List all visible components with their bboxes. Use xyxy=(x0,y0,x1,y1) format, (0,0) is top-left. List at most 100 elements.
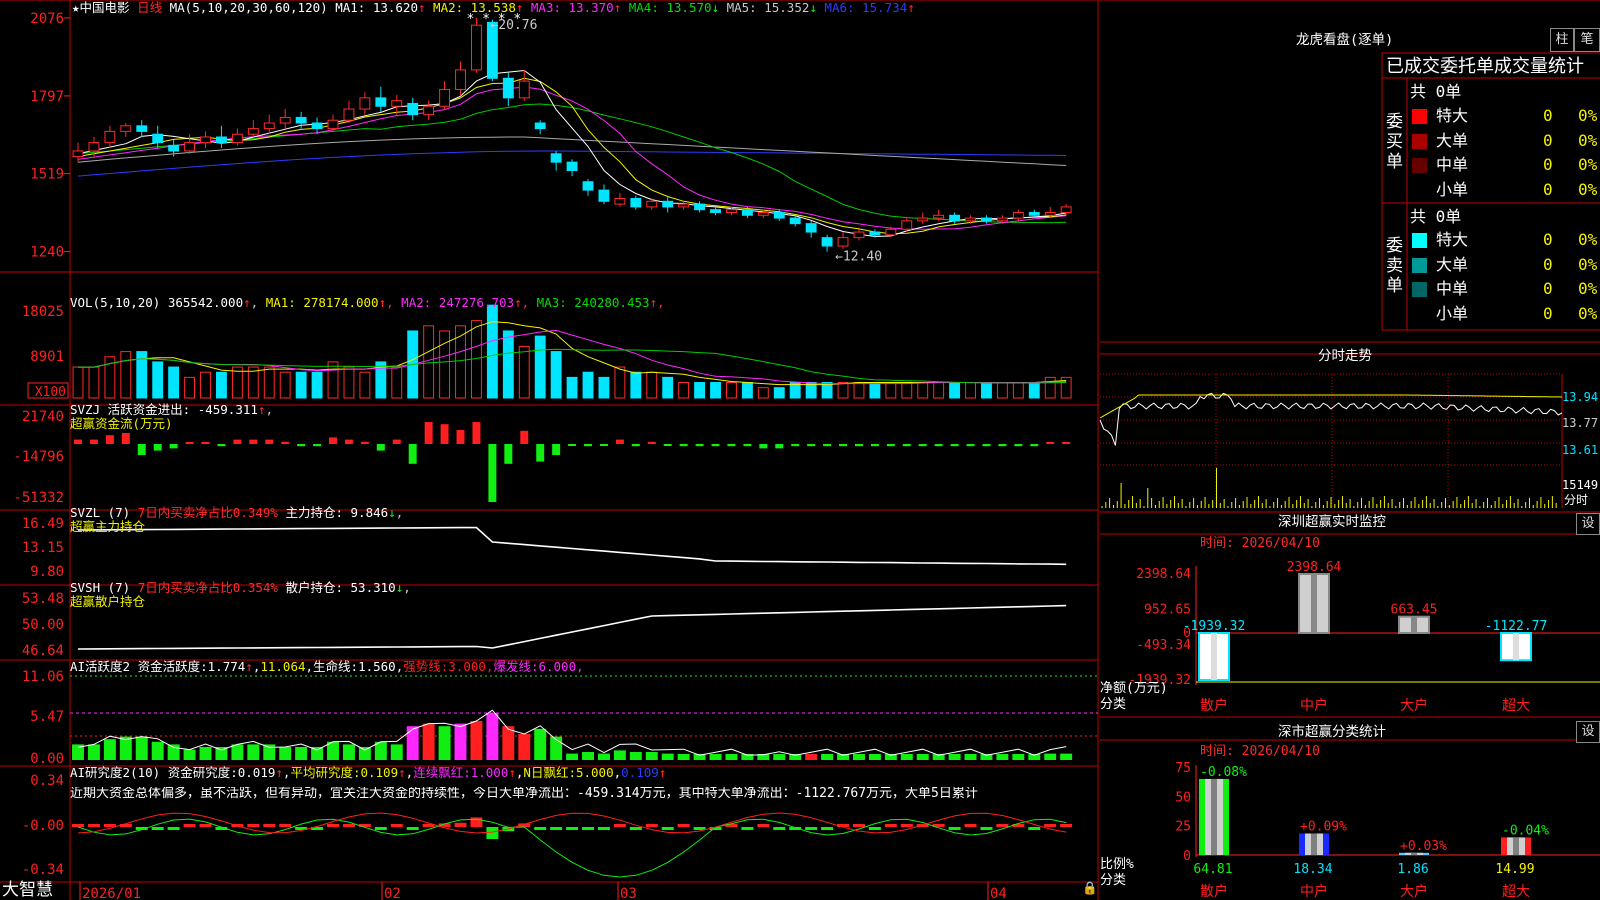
candle-body xyxy=(821,237,833,247)
volume-bar xyxy=(933,382,945,399)
fund-flow-bar xyxy=(121,433,130,444)
sell-row-label: 特大 xyxy=(1436,230,1469,249)
volume-bar xyxy=(678,382,690,399)
research-bar xyxy=(996,824,1009,827)
fund-flow-bar xyxy=(297,444,306,447)
intraday-avg-line xyxy=(1099,394,1563,419)
ma-value-ma5: MA5: 15.352 xyxy=(719,0,810,15)
fund-flow-bar xyxy=(791,444,800,447)
candle-body xyxy=(279,116,291,124)
candle-body xyxy=(678,203,690,208)
activity-bar xyxy=(613,750,626,760)
volume-bar xyxy=(502,330,514,399)
fund-flow-bar xyxy=(392,439,401,444)
monitor-value-label: 2398.64 xyxy=(1287,560,1342,575)
volume-bar xyxy=(901,382,913,399)
ma-values: MA1: 13.620↑ MA2: 13.538↑ MA3: 13.370↑ M… xyxy=(335,0,915,15)
volume-bar xyxy=(88,366,100,399)
fund-flow-bar xyxy=(137,444,146,455)
buy-row-count: 0 xyxy=(1543,179,1553,199)
sz-monitor-settings-button[interactable]: 设 xyxy=(1576,513,1600,535)
candle-body xyxy=(120,125,132,132)
ma-value-ma1: MA1: 13.620 xyxy=(335,0,418,15)
fund-flow-bar xyxy=(679,444,688,447)
volume-bar xyxy=(757,387,769,399)
activity-bar xyxy=(948,754,961,760)
date-tick: 03 xyxy=(620,886,637,900)
retail-holding-line xyxy=(77,604,1067,650)
research-bar xyxy=(661,827,674,830)
activity-bar xyxy=(629,752,642,760)
ai1-item: , xyxy=(305,659,314,674)
volume-bar xyxy=(1012,382,1024,399)
monitor-bar-shade xyxy=(1211,633,1217,680)
fund-flow-bar xyxy=(472,422,481,444)
fund-flow-bar xyxy=(934,444,943,447)
buy-row-pct: 0% xyxy=(1578,179,1598,199)
research-bar xyxy=(566,827,579,830)
volume-bar xyxy=(917,382,929,399)
ai1-item: 强势线: xyxy=(403,659,449,674)
svsh-axis-tick: 53.48 xyxy=(22,591,64,607)
bar-mode-button[interactable]: 柱 xyxy=(1550,28,1574,52)
vol-ma-values: MA1: 278174.000↑, MA2: 247276.703↑, MA3:… xyxy=(266,295,665,310)
sell-row-swatch xyxy=(1412,233,1427,248)
lock-icon[interactable]: 🔒 xyxy=(1082,881,1098,895)
fund-flow-bar xyxy=(185,442,194,444)
stock-name[interactable]: 中国电影 xyxy=(80,0,130,15)
monitor-value-label: 663.45 xyxy=(1391,603,1438,618)
monitor-value-label: -1939.32 xyxy=(1183,619,1246,634)
dragon-header: 已成交委托单成交量统计 xyxy=(1386,56,1584,77)
svzl-sub: 超赢主力持仓 xyxy=(70,519,146,534)
fund-flow-bar xyxy=(440,424,449,444)
sz-stats-settings-button[interactable]: 设 xyxy=(1576,721,1600,743)
buy-row-label: 小单 xyxy=(1436,179,1469,199)
volume-bar xyxy=(152,361,164,399)
candle-body xyxy=(1044,211,1056,216)
candle-body xyxy=(566,161,578,172)
sell-row-label: 大单 xyxy=(1436,254,1469,274)
stats-value-label: 1.86 xyxy=(1397,862,1428,877)
research-bar xyxy=(613,824,626,827)
activity-bar xyxy=(805,754,818,760)
period-label[interactable]: 日线 xyxy=(137,0,162,15)
fund-flow-bar xyxy=(902,444,911,447)
sell-row-count: 0 xyxy=(1543,230,1553,249)
sell-row-count: 0 xyxy=(1543,279,1553,298)
star-icon[interactable]: ★ xyxy=(72,0,80,15)
svzj-header: SVZJ 活跃资金进出: -459.311↑, 超赢资金流(万元) xyxy=(70,402,273,431)
monitor-value-label: -1122.77 xyxy=(1485,619,1548,634)
brand-logo: 大智慧 xyxy=(2,880,53,900)
monitor-bar-shade xyxy=(1311,574,1317,633)
svzl-axis-tick: 16.49 xyxy=(22,516,64,532)
buy-row-swatch xyxy=(1412,133,1427,149)
ai1-item: 11.064 xyxy=(260,659,306,674)
volume-bar xyxy=(1028,382,1040,399)
research-bar xyxy=(1028,827,1041,830)
stats-cat-label: 超大 xyxy=(1502,884,1530,900)
candle-body xyxy=(136,125,148,132)
tick-mode-button[interactable]: 笔 xyxy=(1574,28,1600,52)
activity-bar xyxy=(167,744,180,760)
sz-stats-time: 时间: 2026/04/10 xyxy=(1200,744,1320,759)
price-axis-tick: 2076 xyxy=(30,11,64,27)
fund-flow-bar xyxy=(169,444,178,449)
candle-body xyxy=(837,237,849,247)
ma-value-ma2: MA2: 13.538 xyxy=(425,0,516,15)
sell-row-swatch xyxy=(1412,282,1427,297)
research-bar xyxy=(199,824,212,827)
ai2-item: 1.000 xyxy=(470,765,509,780)
fund-flow-bar xyxy=(105,435,114,444)
candle-body xyxy=(439,88,451,107)
fund-flow-bar xyxy=(344,439,353,444)
candle-body xyxy=(630,198,642,208)
ai1-title: AI活跃度2 xyxy=(70,659,131,674)
research-bar xyxy=(757,824,770,827)
candle-body xyxy=(805,223,817,233)
price-axis-tick: 1519 xyxy=(30,167,64,183)
volume-bar xyxy=(216,371,227,399)
activity-bar xyxy=(502,726,515,760)
svsh-value: 53.310 xyxy=(350,580,396,595)
vol-ma-dir: ↑, xyxy=(378,295,402,310)
fund-flow-bar xyxy=(775,444,784,449)
